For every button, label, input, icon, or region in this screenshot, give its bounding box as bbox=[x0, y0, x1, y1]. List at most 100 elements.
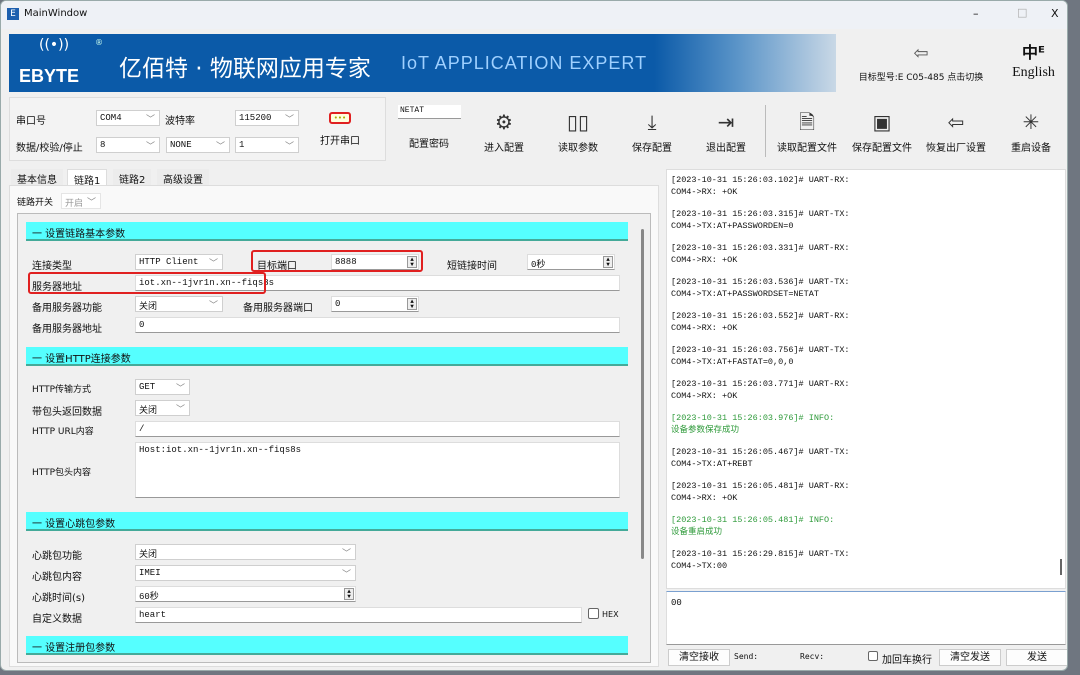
backup-func-label: 备用服务器功能 bbox=[32, 303, 102, 314]
log-entry-body: COM4->RX: +OK bbox=[671, 493, 738, 503]
log-entry: [2023-10-31 15:26:05.481]# INFO: 设备重启成功 bbox=[671, 514, 1061, 538]
main-window: E MainWindow – □ X ((•)) ® EBYTE 亿佰特 · 物… bbox=[0, 0, 1068, 671]
crlf-checkbox[interactable] bbox=[868, 651, 878, 661]
floppy-icon: ▣ bbox=[872, 110, 892, 134]
enter-config-button[interactable]: ⚙ 进入配置 bbox=[467, 109, 541, 154]
log-entry-body: COM4->RX: +OK bbox=[671, 391, 738, 401]
clear-send-button[interactable]: 清空发送 bbox=[939, 649, 1001, 666]
section-basic: 一 设置链路基本参数 bbox=[26, 222, 628, 241]
log-entry: [2023-10-31 15:26:05.481]# UART-RX: COM4-… bbox=[671, 480, 1061, 504]
http-url-input[interactable]: / bbox=[135, 421, 620, 437]
download-icon: ⤓ bbox=[647, 110, 657, 134]
log-entry: [2023-10-31 15:26:03.331]# UART-RX: COM4-… bbox=[671, 242, 1061, 266]
restart-device-button[interactable]: ✳ 重启设备 bbox=[994, 109, 1067, 154]
heartbeat-time-input[interactable]: 60秒 ▲ ▼ bbox=[135, 586, 356, 602]
format-label: 数据/校验/停止 bbox=[16, 143, 83, 154]
hex-label: HEX bbox=[602, 610, 619, 619]
custom-data-input[interactable]: heart bbox=[135, 607, 582, 623]
backup-port-input[interactable]: 0 ▲ ▼ bbox=[331, 296, 419, 312]
data-bits-select[interactable]: 8 ﹀ bbox=[96, 137, 160, 153]
link-switch-label: 链路开关 bbox=[17, 198, 54, 208]
receive-log[interactable]: [2023-10-31 15:26:03.102]# UART-RX: COM4-… bbox=[666, 169, 1066, 589]
log-entry-body: COM4->TX:AT+REBT bbox=[671, 459, 753, 469]
chevron-down-icon: ﹀ bbox=[145, 115, 155, 125]
chevron-down-icon: ﹀ bbox=[215, 142, 225, 152]
title-bar: E MainWindow – □ X bbox=[1, 1, 1067, 29]
slogan-cn: 亿佰特 · 物联网应用专家 bbox=[119, 56, 371, 82]
open-port-button[interactable]: ••• 打开串口 bbox=[310, 112, 370, 147]
http-method-select[interactable]: GET ﹀ bbox=[135, 379, 190, 395]
stop-bits-select[interactable]: 1 ﹀ bbox=[235, 137, 299, 153]
minimize-button[interactable]: – bbox=[973, 7, 979, 20]
book-icon: ▯▯ bbox=[566, 110, 589, 134]
log-entry-body: COM4->RX: +OK bbox=[671, 255, 738, 265]
hex-checkbox[interactable] bbox=[588, 608, 599, 619]
language-label: English bbox=[1012, 65, 1055, 80]
log-entry-body: COM4->TX:AT+PASSWORDSET=NETAT bbox=[671, 289, 819, 299]
chevron-down-icon: ﹀ bbox=[284, 142, 294, 152]
tab-advanced[interactable]: 高级设置 bbox=[157, 169, 209, 186]
conn-type-select[interactable]: HTTP Client ﹀ bbox=[135, 254, 223, 270]
open-port-label: 打开串口 bbox=[320, 136, 360, 147]
baud-select[interactable]: 115200 ﹀ bbox=[235, 110, 299, 126]
serial-port-icon: ••• bbox=[329, 112, 351, 124]
short-conn-input[interactable]: 0秒 ▲ ▼ bbox=[527, 254, 615, 270]
log-entry-header: [2023-10-31 15:26:03.331]# UART-RX: bbox=[671, 243, 850, 253]
vertical-scrollbar[interactable] bbox=[641, 229, 644, 559]
language-button[interactable]: 中ᴱ English bbox=[1001, 39, 1066, 81]
heartbeat-content-label: 心跳包内容 bbox=[32, 572, 82, 583]
toolbar-divider bbox=[765, 105, 766, 157]
log-entry-header: [2023-10-31 15:26:03.536]# UART-TX: bbox=[671, 277, 850, 287]
tab-basic-info[interactable]: 基本信息 bbox=[11, 169, 63, 186]
baud-label: 波特率 bbox=[165, 116, 195, 127]
read-params-button[interactable]: ▯▯ 读取参数 bbox=[541, 109, 615, 154]
log-entry-body: COM4->TX:00 bbox=[671, 561, 728, 571]
wifi-icon: ((•)) bbox=[39, 37, 70, 53]
log-entry-header: [2023-10-31 15:26:05.481]# INFO: bbox=[671, 515, 835, 525]
parity-select[interactable]: NONE ﹀ bbox=[166, 137, 230, 153]
password-label: 配置密码 bbox=[409, 139, 449, 150]
log-entry-header: [2023-10-31 15:26:05.467]# UART-TX: bbox=[671, 447, 850, 457]
read-config-file-button[interactable]: 🗎 读取配置文件 bbox=[770, 109, 844, 154]
heartbeat-content-select[interactable]: IMEI ﹀ bbox=[135, 565, 356, 581]
return-header-select[interactable]: 关闭 ﹀ bbox=[135, 400, 190, 416]
exit-config-button[interactable]: ⇥ 退出配置 bbox=[689, 109, 763, 154]
clear-receive-button[interactable]: 清空接收 bbox=[668, 649, 730, 666]
send-input[interactable]: 00 bbox=[666, 591, 1066, 645]
restore-icon: ⇦ bbox=[947, 110, 965, 134]
section-register: 一 设置注册包参数 bbox=[26, 636, 628, 655]
backup-port-label: 备用服务器端口 bbox=[243, 303, 313, 314]
tab-link1[interactable]: 链路1 bbox=[67, 169, 108, 187]
crlf-label: 加回车换行 bbox=[882, 655, 932, 666]
port-select[interactable]: COM4 ﹀ bbox=[96, 110, 160, 126]
log-entry: [2023-10-31 15:26:03.976]# INFO: 设备参数保存成功 bbox=[671, 412, 1061, 436]
maximize-button[interactable]: □ bbox=[1017, 6, 1027, 19]
log-entry-header: [2023-10-31 15:26:03.315]# UART-TX: bbox=[671, 209, 850, 219]
registered-mark: ® bbox=[95, 38, 103, 47]
send-button[interactable]: 发送 bbox=[1006, 649, 1067, 666]
chevron-down-icon: ﹀ bbox=[284, 115, 294, 125]
return-header-label: 带包头返回数据 bbox=[32, 407, 102, 418]
factory-reset-button[interactable]: ⇦ 恢复出厂设置 bbox=[919, 109, 993, 154]
http-header-label: HTTP包头内容 bbox=[32, 468, 92, 478]
backup-func-select[interactable]: 关闭 ﹀ bbox=[135, 296, 223, 312]
section-heartbeat: 一 设置心跳包参数 bbox=[26, 512, 628, 531]
close-button[interactable]: X bbox=[1051, 7, 1059, 20]
loading-icon: ✳ bbox=[1022, 110, 1040, 134]
http-header-textarea[interactable]: Host:iot.xn--1jvr1n.xn--fiqs8s bbox=[135, 442, 620, 498]
conn-type-label: 连接类型 bbox=[32, 261, 72, 272]
short-conn-label: 短链接时间 bbox=[447, 261, 497, 272]
tab-link2[interactable]: 链路2 bbox=[113, 169, 152, 186]
link-switch-select[interactable]: 开启 ﹀ bbox=[61, 193, 101, 209]
model-switch-button[interactable]: ⇦ 目标型号:E C05-485 点击切换 bbox=[851, 43, 991, 83]
save-config-button[interactable]: ⤓ 保存配置 bbox=[615, 109, 689, 154]
heartbeat-func-select[interactable]: 关闭 ﹀ bbox=[135, 544, 356, 560]
password-input[interactable]: NETAT bbox=[398, 105, 461, 119]
custom-data-label: 自定义数据 bbox=[32, 614, 82, 625]
heartbeat-func-label: 心跳包功能 bbox=[32, 551, 82, 562]
serial-settings-panel: 串口号 COM4 ﹀ 波特率 115200 ﹀ 数据/校验/停止 8 ﹀ NONE ﹀ … bbox=[9, 97, 386, 161]
backup-address-input[interactable]: 0 bbox=[135, 317, 620, 333]
log-scrollbar[interactable] bbox=[1060, 559, 1062, 575]
save-config-file-button[interactable]: ▣ 保存配置文件 bbox=[845, 109, 919, 154]
log-entry-body: COM4->TX:AT+FASTAT=0,0,0 bbox=[671, 357, 794, 367]
